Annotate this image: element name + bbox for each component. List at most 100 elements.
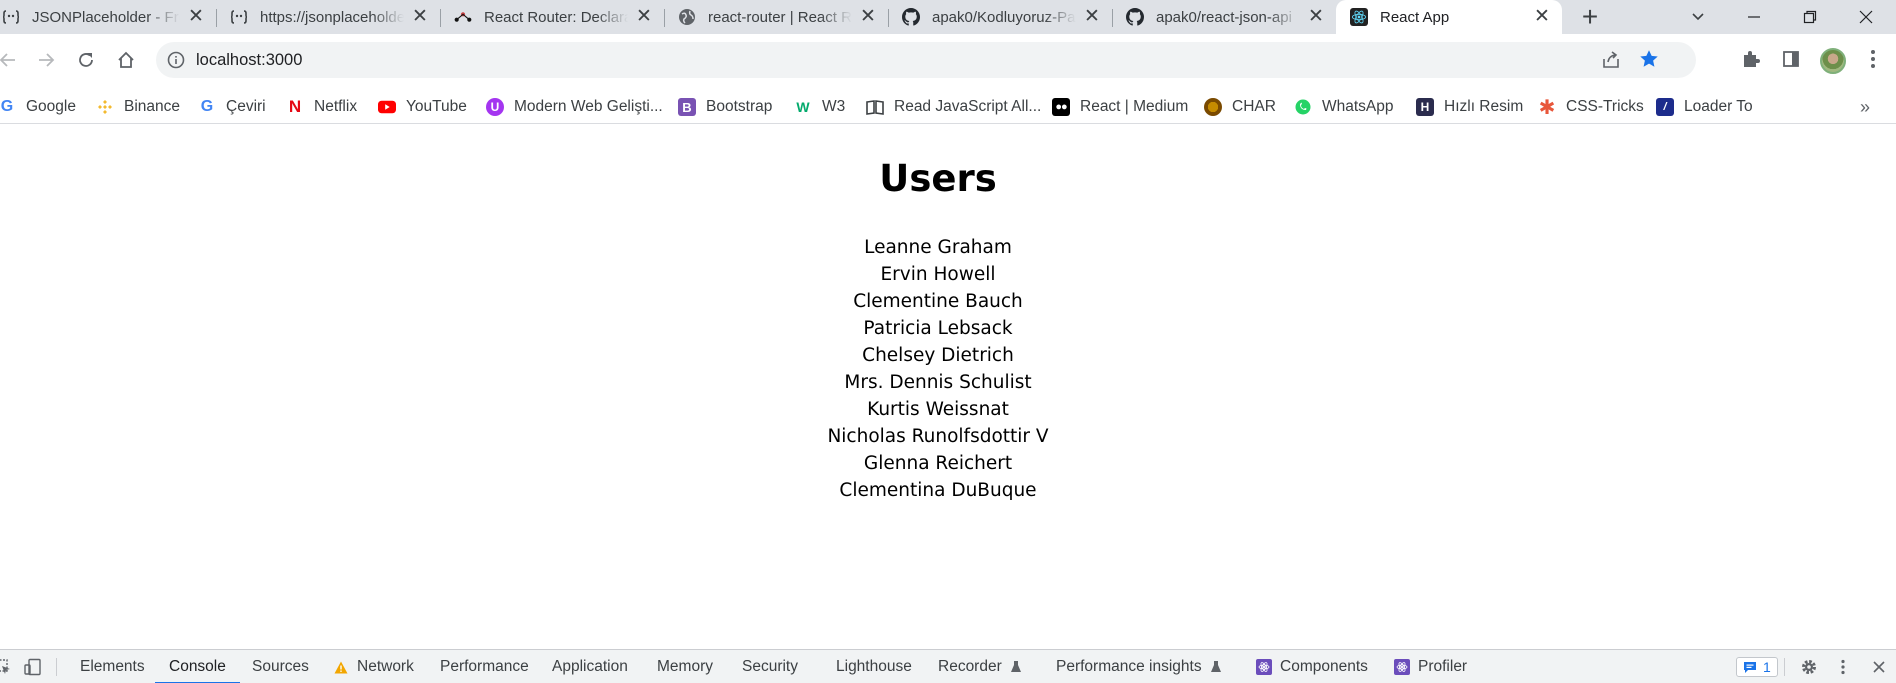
home-icon [118,51,134,68]
close-icon[interactable]: ✕ [1082,7,1102,27]
react-icon [1350,8,1368,26]
close-icon[interactable]: ✕ [1306,7,1326,27]
extensions-button[interactable] [1736,44,1766,74]
url-text[interactable]: localhost:3000 [196,42,302,78]
bookmarks-bar: G Google Binance G Çeviri N Netflix YouT… [0,90,1896,124]
binance-icon [96,98,114,116]
close-icon[interactable] [1870,658,1888,676]
kebab-menu-icon[interactable] [1834,658,1852,676]
message-icon [1744,661,1756,673]
tab-react-router[interactable]: React Router: Declarative Routing ✕ [440,0,665,34]
minimize-button[interactable] [1726,0,1782,34]
bookmark-ceviri[interactable]: G Çeviri [198,90,266,124]
github-icon [1126,8,1144,26]
close-window-button[interactable] [1838,0,1894,34]
hizli-resim-icon: H [1416,98,1434,116]
bookmark-label: Read JavaScript All... [894,98,1042,115]
close-icon[interactable]: ✕ [634,7,654,27]
side-panel-icon [1783,51,1799,67]
devtools-tab-performance[interactable]: Performance [440,650,529,683]
tab-title: apak0/Kodluyoruz-Patika [932,8,1076,26]
bookmark-star-icon[interactable] [1638,48,1660,75]
bookmark-char[interactable]: CHAR [1204,90,1276,124]
puzzle-icon [1744,51,1760,67]
bookmark-label: CHAR [1232,98,1276,115]
bookmark-loader-to[interactable]: / Loader To [1656,90,1753,124]
bookmark-netflix[interactable]: N Netflix [286,90,357,124]
devtools-tab-network[interactable]: Network [333,650,414,683]
user-list: Leanne Graham Ervin Howell Clementine Ba… [0,234,1876,504]
list-item: Mrs. Dennis Schulist [844,372,1032,393]
close-icon[interactable]: ✕ [858,7,878,27]
devtools-tab-lighthouse[interactable]: Lighthouse [836,650,912,683]
close-icon[interactable]: ✕ [410,7,430,27]
inspect-element-icon[interactable] [0,658,12,676]
devtools-tab-recorder[interactable]: Recorder [938,650,1024,683]
close-icon[interactable]: ✕ [1532,7,1552,27]
google-icon: G [200,98,214,115]
tab-search-button[interactable] [1670,0,1726,34]
devtools-tab-components[interactable]: Components [1256,650,1368,683]
tab-github-react-json-api[interactable]: apak0/react-json-api ✕ [1112,0,1336,34]
back-button[interactable] [0,44,24,76]
bookmark-hizli-resim[interactable]: H Hızlı Resim [1416,90,1523,124]
devtools-tab-performance-insights[interactable]: Performance insights [1056,650,1224,683]
address-bar[interactable]: localhost:3000 [156,42,1696,78]
menu-button[interactable] [1858,44,1888,74]
bookmark-react-medium[interactable]: ●● React | Medium [1052,90,1188,124]
google-icon: G [0,98,14,115]
bookmark-google[interactable]: G Google [0,90,76,124]
devtools-tab-sources[interactable]: Sources [252,650,309,683]
devtools-separator [56,658,57,676]
devtools-tab-application[interactable]: Application [552,650,628,683]
close-icon[interactable]: ✕ [186,7,206,27]
bookmark-binance[interactable]: Binance [96,90,180,124]
bookmark-whatsapp[interactable]: WhatsApp [1294,90,1394,124]
share-icon[interactable] [1600,49,1622,76]
chevron-down-icon [1692,13,1704,21]
bookmark-label: CSS-Tricks [1566,98,1644,115]
bookmark-label: YouTube [406,98,467,115]
devtools-tab-console[interactable]: Console [155,650,240,683]
bookmark-modern-web[interactable]: U Modern Web Gelişti... [486,90,663,124]
warning-icon [333,659,349,675]
devtools-tab-memory[interactable]: Memory [657,650,713,683]
bookmark-label: Netflix [314,98,358,115]
udemy-icon: U [486,98,504,116]
tab-jsonplaceholder-users[interactable]: https://jsonplaceholder.typicode.com/use… [216,0,441,34]
device-toolbar-icon[interactable] [24,658,42,676]
close-icon [1859,10,1873,24]
reload-button[interactable] [70,44,102,76]
bookmark-youtube[interactable]: YouTube [378,90,467,124]
bookmark-read-javascript[interactable]: Read JavaScript All... [866,90,1041,124]
restore-button[interactable] [1782,0,1838,34]
devtools-tab-label: Recorder [938,658,1002,675]
tab-jsonplaceholder-home[interactable]: JSONPlaceholder - Free Fake REST API ✕ [0,0,217,34]
issues-counter[interactable]: 1 [1736,657,1778,677]
side-panel-button[interactable] [1776,44,1806,74]
devtools-tab-profiler[interactable]: Profiler [1394,650,1467,683]
profile-avatar[interactable] [1820,48,1846,74]
new-tab-button[interactable]: + [1576,3,1604,32]
home-button[interactable] [110,44,142,76]
bookmark-bootstrap[interactable]: B Bootstrap [678,90,772,124]
devtools-tab-elements[interactable]: Elements [80,650,145,683]
tab-react-app[interactable]: React App ✕ [1336,0,1562,34]
bootstrap-icon: B [678,98,696,116]
forward-button[interactable] [30,44,62,76]
minimize-icon [1748,16,1760,18]
bookmark-label: Çeviri [226,98,266,115]
bookmark-css-tricks[interactable]: ✱ CSS-Tricks [1538,90,1644,124]
info-icon[interactable] [166,50,186,70]
devtools-tab-security[interactable]: Security [742,650,798,683]
browser-toolbar: localhost:3000 [0,34,1896,90]
list-item: Clementine Bauch [853,291,1023,312]
globe-icon [678,8,696,26]
tab-github-kodluyoruz[interactable]: apak0/Kodluyoruz-Patika ✕ [888,0,1113,34]
bookmarks-overflow-button[interactable]: » [1860,90,1870,124]
list-item: Clementina DuBuque [839,480,1037,501]
bookmark-w3[interactable]: W W3 [794,90,845,124]
page-viewport: Users Leanne Graham Ervin Howell Clement… [0,125,1896,649]
settings-icon[interactable] [1800,658,1818,676]
tab-react-router-docs[interactable]: react-router | React Router ✕ [664,0,889,34]
